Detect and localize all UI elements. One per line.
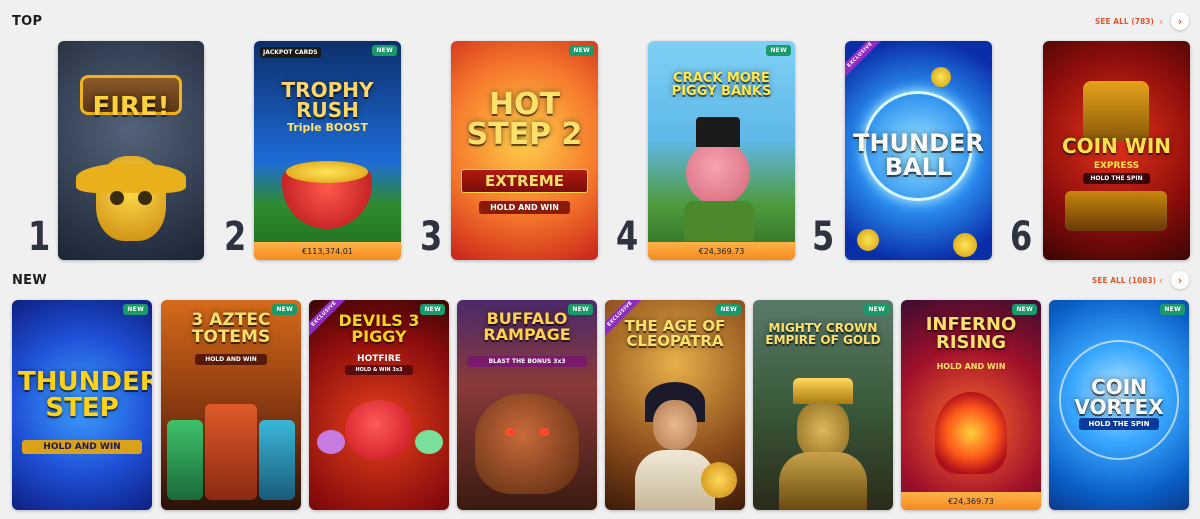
top-next-button[interactable]: ›	[1171, 12, 1189, 30]
game-title: DEVILS 3 PIGGY	[338, 311, 420, 347]
section-title-top: TOP	[12, 14, 43, 29]
rank-number: 5	[812, 214, 835, 260]
totem-icon	[205, 404, 257, 500]
new-badge: NEW	[568, 304, 593, 315]
new-next-button[interactable]: ›	[1171, 271, 1189, 289]
rank-number: 1	[28, 214, 51, 260]
game-title: COIN WIN	[1061, 134, 1172, 159]
new-badge: NEW	[716, 304, 741, 315]
game-tagline: BLAST THE BONUS 3x3	[467, 356, 587, 367]
jackpot-amount: €24,369.73	[648, 242, 795, 260]
see-all-new-link[interactable]: SEE ALL (1083)	[1092, 276, 1156, 285]
coin-icon	[857, 229, 879, 251]
face-icon	[653, 400, 697, 450]
rank-number: 4	[616, 214, 639, 260]
rank-number: 3	[420, 214, 443, 260]
game-tile-devils-3-piggy-hotfire[interactable]: DEVILS 3 PIGGY HOTFIRE HOLD & WIN 3x3 EX…	[309, 300, 449, 510]
game-tile-thunder-ball[interactable]: THUNDER BALL EXCLUSIVE	[845, 41, 992, 260]
new-badge: NEW	[123, 304, 148, 315]
game-tile-coin-vortex[interactable]: COIN VORTEX HOLD THE SPIN NEW	[1049, 300, 1189, 510]
game-title: THUNDER BALL	[853, 128, 984, 181]
game-title: THE AGE OF CLEOPATRA	[624, 316, 726, 350]
section-title-new: NEW	[12, 273, 47, 288]
totem-icon	[259, 420, 295, 500]
new-badge: NEW	[372, 45, 397, 56]
chevron-left-icon: ‹	[1158, 273, 1164, 287]
new-badge: NEW	[864, 304, 889, 315]
bonus-coin-icon	[701, 462, 737, 498]
jackpot-amount: €113,374.01	[254, 242, 401, 260]
see-all-top-link[interactable]: SEE ALL (783)	[1095, 17, 1154, 26]
pirate-hat-icon	[76, 163, 186, 193]
game-tile-3-aztec-totems[interactable]: 3 AZTEC TOTEMS HOLD AND WIN NEW	[161, 300, 301, 510]
game-tagline: HOLD THE SPIN	[1079, 418, 1159, 430]
game-tagline: HOLD AND WIN	[195, 354, 267, 365]
new-badge: NEW	[272, 304, 297, 315]
gold-coins-icon	[286, 161, 368, 183]
game-tagline: HOLD AND WIN	[479, 201, 570, 214]
game-tile-inferno-rising[interactable]: INFERNO RISING HOLD AND WIN NEW €24,369.…	[901, 300, 1041, 510]
game-tile-crack-more-piggy-banks[interactable]: CRACK MORE PIGGY BANKS NEW €24,369.73	[648, 41, 795, 260]
game-tile-fire[interactable]: FIRE!	[58, 41, 204, 260]
pig-icon	[317, 430, 345, 454]
top-hat-icon	[696, 117, 740, 147]
pig-icon	[686, 141, 750, 205]
game-tile-mighty-crown-empire-of-gold[interactable]: MIGHTY CROWN EMPIRE OF GOLD NEW	[753, 300, 893, 510]
jackpot-amount: €24,369.73	[901, 492, 1041, 510]
game-tile-thunder-step[interactable]: THUNDER STEP HOLD AND WIN NEW	[12, 300, 152, 510]
game-tile-coin-win-express[interactable]: COIN WIN EXPRESS HOLD THE SPIN	[1043, 41, 1190, 260]
chevron-left-icon: ‹	[1158, 14, 1164, 28]
game-tagline: HOLD AND WIN	[936, 362, 1006, 371]
new-badge: NEW	[420, 304, 445, 315]
train-icon	[1083, 81, 1149, 141]
chevron-right-icon: ›	[1177, 273, 1183, 287]
coin-icon	[953, 233, 977, 257]
game-tile-trophy-rush[interactable]: JACKPOT CARDS TROPHY RUSH Triple BOOST N…	[254, 41, 401, 260]
rank-number: 6	[1010, 214, 1033, 260]
new-prev-button[interactable]: ‹	[1152, 271, 1170, 289]
phoenix-icon	[935, 392, 1007, 474]
coin-icon	[931, 67, 951, 87]
chevron-right-icon: ›	[1177, 14, 1183, 28]
game-title: TROPHY RUSH	[281, 78, 374, 123]
game-title: CRACK MORE PIGGY BANKS	[671, 70, 772, 99]
game-tile-age-of-cleopatra[interactable]: THE AGE OF CLEOPATRA EXCLUSIVE NEW	[605, 300, 745, 510]
game-tagline: HOLD & WIN 3x3	[345, 365, 413, 375]
game-tile-hot-step-2[interactable]: HOT STEP 2 EXTREME HOLD AND WIN NEW	[451, 41, 598, 260]
game-title: HOT STEP 2	[466, 86, 583, 152]
game-title: BUFFALO RAMPAGE	[483, 309, 571, 345]
totem-icon	[167, 420, 203, 500]
pig-icon	[415, 430, 443, 454]
new-badge: NEW	[1160, 304, 1185, 315]
crown-icon	[793, 378, 853, 404]
game-subtitle: Triple BOOST	[287, 121, 368, 134]
game-title: MIGHTY CROWN EMPIRE OF GOLD	[765, 320, 881, 347]
game-title: 3 AZTEC TOTEMS	[191, 310, 271, 348]
new-badge: NEW	[766, 45, 791, 56]
game-title: FIRE!	[92, 91, 170, 122]
warrior-icon	[797, 402, 849, 458]
game-title: THUNDER STEP	[18, 366, 152, 423]
game-tile-buffalo-rampage[interactable]: BUFFALO RAMPAGE BLAST THE BONUS 3x3 NEW	[457, 300, 597, 510]
game-tagline: HOLD AND WIN	[22, 440, 142, 454]
brand-logo: JACKPOT CARDS	[260, 47, 321, 58]
game-subtitle: HOTFIRE	[357, 354, 401, 364]
rank-number: 2	[224, 214, 247, 260]
game-title: INFERNO RISING	[925, 313, 1017, 353]
top-prev-button[interactable]: ‹	[1152, 12, 1170, 30]
game-title: COIN VORTEX	[1074, 374, 1164, 419]
buffalo-icon	[475, 394, 579, 494]
pig-icon	[345, 400, 413, 460]
new-badge: NEW	[1012, 304, 1037, 315]
new-badge: NEW	[569, 45, 594, 56]
game-subtitle: EXPRESS	[1093, 161, 1140, 171]
game-subtitle: EXTREME	[461, 169, 588, 193]
game-tagline: HOLD THE SPIN	[1083, 173, 1150, 184]
